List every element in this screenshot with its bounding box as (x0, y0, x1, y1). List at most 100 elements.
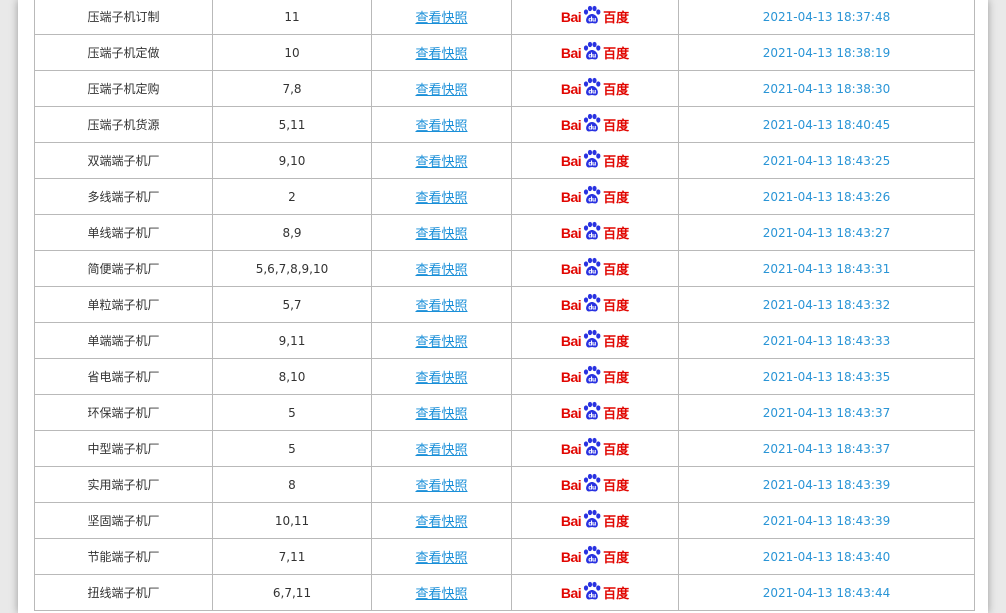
baidu-logo-text-cn: 百度 (603, 226, 630, 241)
engine-cell: Bai du 百度 (511, 0, 679, 35)
snapshot-cell: 查看快照 (371, 430, 512, 467)
snapshot-cell: 查看快照 (371, 34, 512, 71)
keyword-text: 简便端子机厂 (87, 262, 160, 276)
view-snapshot-link[interactable]: 查看快照 (415, 11, 467, 26)
baidu-logo: Bai du 百度 (561, 41, 629, 65)
baidu-logo: Bai du 百度 (561, 545, 629, 569)
rank-text: 11 (284, 9, 300, 24)
keyword-cell: 简便端子机厂 (34, 250, 213, 287)
view-snapshot-link[interactable]: 查看快照 (415, 263, 467, 278)
baidu-logo-text-en: Bai (560, 548, 582, 565)
keyword-text: 单端端子机厂 (87, 334, 160, 348)
view-snapshot-link[interactable]: 查看快照 (415, 335, 467, 350)
baidu-logo-text-cn: 百度 (603, 334, 630, 349)
keyword-text: 压端子机定做 (87, 46, 160, 60)
svg-text:du: du (588, 125, 596, 132)
table-row: 实用端子机厂 8 查看快照 Bai du 百度 2021-04-13 18:43… (34, 466, 975, 503)
time-text: 2021-04-13 18:38:30 (762, 81, 891, 96)
baidu-logo-text-en: Bai (560, 44, 582, 61)
view-snapshot-link[interactable]: 查看快照 (415, 119, 467, 134)
baidu-logo-text-cn: 百度 (603, 298, 630, 313)
rank-cell: 9,10 (212, 142, 372, 179)
snapshot-cell: 查看快照 (371, 286, 512, 323)
engine-cell: Bai du 百度 (511, 430, 679, 467)
time-cell: 2021-04-13 18:43:40 (678, 538, 975, 575)
time-text: 2021-04-13 18:43:31 (762, 261, 891, 276)
view-snapshot-link[interactable]: 查看快照 (415, 227, 467, 242)
baidu-paw-icon: du (582, 293, 602, 316)
baidu-logo-text-en: Bai (560, 188, 582, 205)
keyword-text: 压端子机订制 (87, 10, 160, 24)
view-snapshot-link[interactable]: 查看快照 (415, 407, 467, 422)
view-snapshot-link[interactable]: 查看快照 (415, 371, 467, 386)
rank-cell: 10,11 (212, 502, 372, 539)
view-snapshot-link[interactable]: 查看快照 (415, 551, 467, 566)
snapshot-cell: 查看快照 (371, 106, 512, 143)
baidu-logo-text-en: Bai (560, 152, 582, 169)
keyword-text: 压端子机定购 (87, 82, 160, 96)
keyword-cell: 省电端子机厂 (34, 358, 213, 395)
table-row: 压端子机货源 5,11 查看快照 Bai du 百度 2021-04-13 18… (34, 106, 975, 143)
table-row: 多线端子机厂 2 查看快照 Bai du 百度 2021-04-13 18:43… (34, 178, 975, 215)
rank-cell: 8,9 (212, 214, 372, 251)
keyword-cell: 环保端子机厂 (34, 394, 213, 431)
time-cell: 2021-04-13 18:43:39 (678, 502, 975, 539)
keyword-cell: 扭线端子机厂 (34, 574, 213, 611)
time-text: 2021-04-13 18:43:35 (762, 369, 891, 384)
baidu-paw-icon: du (582, 41, 602, 64)
content-panel: 压端子机订制 11 查看快照 Bai du 百度 2021-04-13 18:3… (18, 0, 988, 613)
rank-cell: 5 (212, 430, 372, 467)
baidu-logo-text-cn: 百度 (603, 190, 630, 205)
view-snapshot-link[interactable]: 查看快照 (415, 155, 467, 170)
time-text: 2021-04-13 18:43:37 (762, 405, 891, 420)
view-snapshot-link[interactable]: 查看快照 (415, 587, 467, 602)
view-snapshot-link[interactable]: 查看快照 (415, 479, 467, 494)
snapshot-cell: 查看快照 (371, 394, 512, 431)
rank-text: 5,6,7,8,9,10 (255, 261, 329, 276)
baidu-logo-text-en: Bai (560, 584, 582, 601)
svg-text:du: du (588, 377, 596, 384)
keyword-text: 扭线端子机厂 (87, 586, 160, 600)
snapshot-cell: 查看快照 (371, 70, 512, 107)
time-text: 2021-04-13 18:43:44 (762, 585, 891, 600)
svg-text:du: du (588, 305, 596, 312)
time-text: 2021-04-13 18:40:45 (762, 117, 891, 132)
view-snapshot-link[interactable]: 查看快照 (415, 83, 467, 98)
snapshot-cell: 查看快照 (371, 574, 512, 611)
view-snapshot-link[interactable]: 查看快照 (415, 443, 467, 458)
view-snapshot-link[interactable]: 查看快照 (415, 299, 467, 314)
baidu-logo-text-cn: 百度 (603, 478, 630, 493)
time-text: 2021-04-13 18:43:33 (762, 333, 891, 348)
svg-text:du: du (588, 521, 596, 528)
baidu-logo: Bai du 百度 (561, 473, 629, 497)
baidu-logo-text-en: Bai (560, 332, 582, 349)
time-cell: 2021-04-13 18:43:27 (678, 214, 975, 251)
baidu-paw-icon: du (582, 185, 602, 208)
time-cell: 2021-04-13 18:38:30 (678, 70, 975, 107)
engine-cell: Bai du 百度 (511, 142, 679, 179)
time-cell: 2021-04-13 18:43:33 (678, 322, 975, 359)
time-cell: 2021-04-13 18:43:31 (678, 250, 975, 287)
keyword-text: 节能端子机厂 (87, 550, 160, 564)
baidu-logo-text-en: Bai (560, 296, 582, 313)
table-row: 中型端子机厂 5 查看快照 Bai du 百度 2021-04-13 18:43… (34, 430, 975, 467)
rank-text: 8,9 (282, 225, 302, 240)
view-snapshot-link[interactable]: 查看快照 (415, 515, 467, 530)
time-text: 2021-04-13 18:43:40 (762, 549, 891, 564)
baidu-paw-icon: du (582, 509, 602, 532)
svg-text:du: du (588, 413, 596, 420)
view-snapshot-link[interactable]: 查看快照 (415, 191, 467, 206)
time-cell: 2021-04-13 18:43:37 (678, 394, 975, 431)
baidu-logo: Bai du 百度 (561, 401, 629, 425)
keyword-text: 多线端子机厂 (87, 190, 160, 204)
baidu-logo-text-cn: 百度 (603, 82, 630, 97)
baidu-logo-text-cn: 百度 (603, 46, 630, 61)
keyword-cell: 实用端子机厂 (34, 466, 213, 503)
engine-cell: Bai du 百度 (511, 538, 679, 575)
svg-text:du: du (588, 17, 596, 24)
ranking-table-body: 压端子机订制 11 查看快照 Bai du 百度 2021-04-13 18:3… (34, 0, 975, 611)
engine-cell: Bai du 百度 (511, 34, 679, 71)
view-snapshot-link[interactable]: 查看快照 (415, 47, 467, 62)
time-text: 2021-04-13 18:43:27 (762, 225, 891, 240)
keyword-text: 实用端子机厂 (87, 478, 160, 492)
